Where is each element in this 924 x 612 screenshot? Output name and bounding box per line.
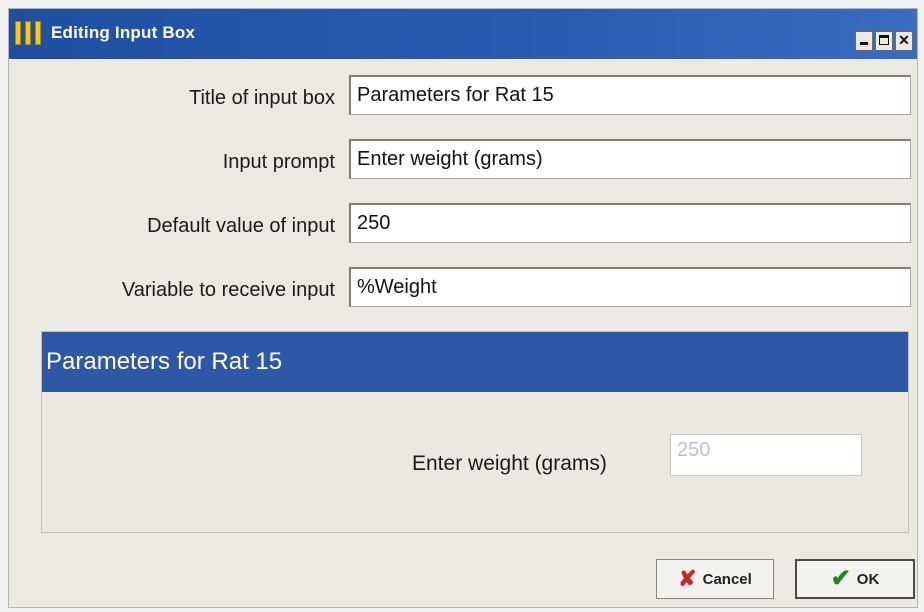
variable-input[interactable] — [349, 267, 911, 307]
default-value-label: Default value of input — [147, 215, 335, 237]
title-input[interactable] — [349, 75, 911, 115]
preview-input: 250 — [670, 434, 862, 476]
ok-label: OK — [856, 570, 880, 588]
close-icon[interactable]: ✕ — [895, 31, 913, 51]
preview-prompt: Enter weight (grams) — [412, 452, 607, 475]
input-box-preview: Parameters for Rat 15 Enter weight (gram… — [41, 331, 909, 533]
prompt-input[interactable] — [349, 139, 911, 179]
preview-title: Parameters for Rat 15 — [42, 332, 908, 392]
cancel-button[interactable]: ✘ Cancel — [656, 559, 774, 599]
title-bar[interactable]: Editing Input Box ✕ — [9, 9, 917, 59]
variable-label: Variable to receive input — [121, 279, 335, 301]
default-value-input[interactable] — [349, 203, 911, 243]
editing-input-box-window: Editing Input Box ✕ Title of input box I… — [8, 8, 918, 608]
prompt-label: Input prompt — [222, 151, 335, 173]
cancel-x-icon: ✘ — [678, 566, 697, 591]
maximize-icon[interactable] — [875, 31, 893, 51]
yellow-bars-icon — [15, 21, 41, 45]
ok-button[interactable]: ✔ OK — [795, 559, 915, 599]
cancel-label: Cancel — [702, 570, 752, 588]
minimize-icon[interactable] — [855, 31, 873, 51]
title-label: Title of input box — [188, 87, 335, 109]
checkmark-icon: ✔ — [830, 565, 851, 592]
window-title: Editing Input Box — [51, 23, 196, 42]
